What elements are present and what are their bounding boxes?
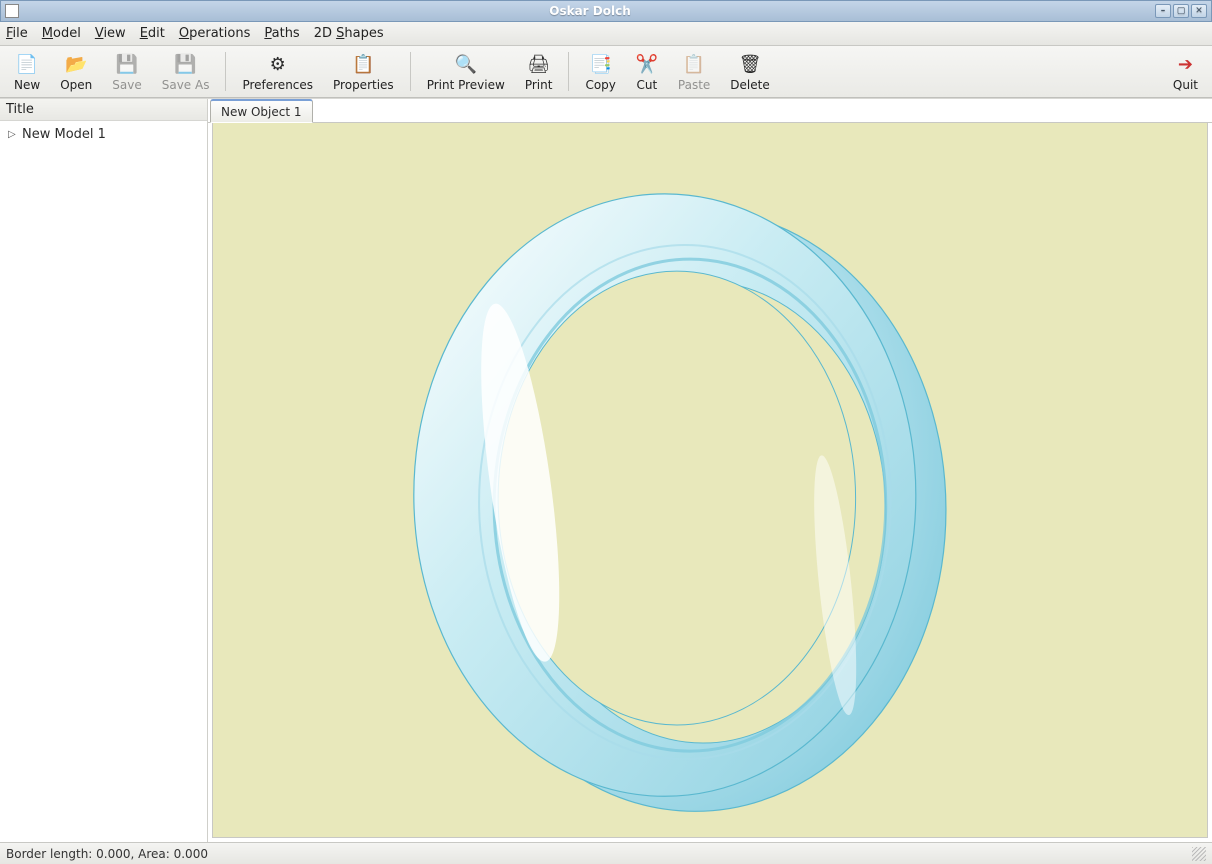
save-as-button[interactable]: 💾 Save As (152, 46, 220, 97)
maximize-button[interactable]: ▢ (1173, 4, 1189, 18)
tab-object[interactable]: New Object 1 (210, 99, 313, 123)
cut-button[interactable]: ✂️ Cut (626, 46, 668, 97)
print-preview-button[interactable]: 🔍 Print Preview (417, 46, 515, 97)
close-button[interactable]: ✕ (1191, 4, 1207, 18)
toolbar: 📄 New 📂 Open 💾 Save 💾 Save As ⚙ Preferen… (0, 46, 1212, 98)
cut-icon: ✂️ (636, 54, 658, 76)
menu-2d-shapes[interactable]: 2D Shapes (314, 26, 384, 41)
paste-button[interactable]: 📋 Paste (668, 46, 720, 97)
sidebar-header: Title (0, 99, 207, 121)
toolbar-separator (225, 52, 226, 91)
delete-button[interactable]: 🗑 Delete (720, 46, 779, 97)
window-titlebar: Oskar Dolch – ▢ ✕ (0, 0, 1212, 22)
quit-button[interactable]: ➔ Quit (1163, 46, 1208, 97)
canvas-area: New Object 1 (208, 99, 1212, 842)
ring-object[interactable] (213, 123, 1207, 837)
tabstrip: New Object 1 (208, 99, 1212, 123)
viewport-3d[interactable] (212, 123, 1208, 838)
new-file-icon: 📄 (16, 54, 38, 76)
preferences-button[interactable]: ⚙ Preferences (232, 46, 323, 97)
quit-icon: ➔ (1174, 54, 1196, 76)
preferences-icon: ⚙ (267, 54, 289, 76)
save-icon: 💾 (116, 54, 138, 76)
open-folder-icon: 📂 (65, 54, 87, 76)
tree-item-label: New Model 1 (22, 127, 106, 142)
tree-item[interactable]: ▷ New Model 1 (4, 125, 203, 144)
paste-icon: 📋 (683, 54, 705, 76)
copy-icon: 📑 (590, 54, 612, 76)
minimize-button[interactable]: – (1155, 4, 1171, 18)
open-button[interactable]: 📂 Open (50, 46, 102, 97)
print-icon: 🖨 (528, 54, 550, 76)
status-text: Border length: 0.000, Area: 0.000 (6, 847, 208, 861)
main-area: Title ▷ New Model 1 New Object 1 (0, 98, 1212, 842)
save-button[interactable]: 💾 Save (102, 46, 151, 97)
resize-grip[interactable] (1192, 847, 1206, 861)
menu-paths[interactable]: Paths (264, 26, 299, 41)
menu-file[interactable]: File (6, 26, 28, 41)
window-title: Oskar Dolch (25, 4, 1155, 18)
menubar: File Model View Edit Operations Paths 2D… (0, 22, 1212, 46)
menu-model[interactable]: Model (42, 26, 81, 41)
sidebar: Title ▷ New Model 1 (0, 99, 208, 842)
delete-icon: 🗑 (739, 54, 761, 76)
menu-view[interactable]: View (95, 26, 126, 41)
save-as-icon: 💾 (175, 54, 197, 76)
app-icon (5, 4, 19, 18)
model-tree[interactable]: ▷ New Model 1 (0, 121, 207, 842)
toolbar-separator (410, 52, 411, 91)
menu-operations[interactable]: Operations (179, 26, 250, 41)
print-preview-icon: 🔍 (455, 54, 477, 76)
properties-icon: 📋 (352, 54, 374, 76)
properties-button[interactable]: 📋 Properties (323, 46, 404, 97)
new-button[interactable]: 📄 New (4, 46, 50, 97)
toolbar-separator (568, 52, 569, 91)
copy-button[interactable]: 📑 Copy (575, 46, 625, 97)
window-buttons: – ▢ ✕ (1155, 4, 1207, 18)
print-button[interactable]: 🖨 Print (515, 46, 563, 97)
expander-icon[interactable]: ▷ (8, 129, 18, 140)
menu-edit[interactable]: Edit (140, 26, 165, 41)
tab-label: New Object 1 (221, 105, 302, 119)
statusbar: Border length: 0.000, Area: 0.000 (0, 842, 1212, 864)
